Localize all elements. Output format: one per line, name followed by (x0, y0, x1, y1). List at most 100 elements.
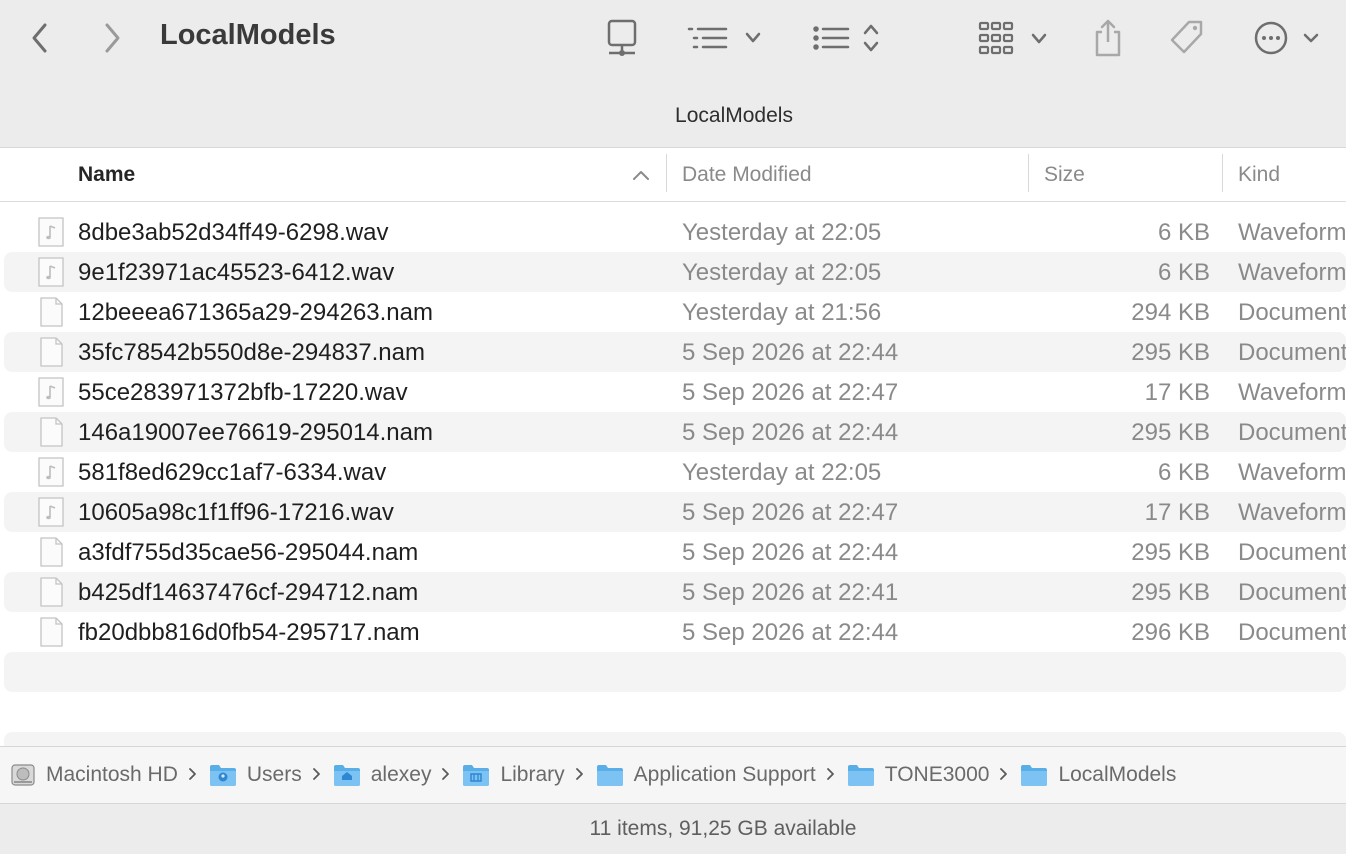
folder-icon (596, 763, 624, 787)
file-row[interactable]: 10605a98c1f1ff96-17216.wav 5 Sep 2026 at … (4, 492, 1346, 532)
breadcrumb-item[interactable]: TONE3000 (847, 763, 989, 787)
file-row[interactable]: b425df14637476cf-294712.nam 5 Sep 2026 at… (4, 572, 1346, 612)
file-row[interactable]: fb20dbb816d0fb54-295717.nam 5 Sep 2026 at… (4, 612, 1346, 652)
group-menu-button[interactable] (686, 14, 768, 62)
folder-icon (1020, 763, 1048, 787)
audio-file-icon (36, 497, 66, 534)
file-kind: Waveform (1238, 259, 1346, 286)
document-file-icon (36, 297, 66, 334)
gallery-view-icon (978, 21, 1047, 55)
more-actions-icon (1254, 21, 1319, 55)
empty-row (4, 652, 1346, 692)
file-date-modified: 5 Sep 2026 at 22:44 (682, 539, 899, 566)
breadcrumb-item[interactable]: Library (462, 763, 565, 787)
audio-file-icon (36, 257, 66, 294)
file-date-modified: 5 Sep 2026 at 22:44 (682, 619, 899, 646)
breadcrumb-separator-icon (441, 765, 450, 786)
file-size: 295 KB (1131, 339, 1210, 366)
view-list-button[interactable] (810, 14, 886, 62)
file-row[interactable]: 581f8ed629cc1af7-6334.wav Yesterday at 22… (4, 452, 1346, 492)
users-folder-icon (209, 763, 237, 787)
column-header-date[interactable]: Date Modified (682, 148, 812, 202)
window-title: LocalModels (160, 19, 336, 51)
share-button[interactable] (1088, 14, 1128, 62)
chevron-left-icon (32, 23, 47, 53)
breadcrumb-separator-icon (575, 765, 584, 786)
breadcrumb-item[interactable]: alexey (333, 763, 431, 787)
file-date-modified: 5 Sep 2026 at 22:44 (682, 339, 899, 366)
file-date-modified: 5 Sep 2026 at 22:47 (682, 499, 899, 526)
toolbar: LocalModels LocalModels (0, 0, 1346, 148)
file-kind: Document (1238, 419, 1346, 446)
file-row[interactable]: 9e1f23971ac45523-6412.wav Yesterday at 22… (4, 252, 1346, 292)
column-divider[interactable] (1028, 154, 1029, 192)
hard-drive-icon (10, 762, 36, 788)
file-row[interactable]: 35fc78542b550d8e-294837.nam 5 Sep 2026 at… (4, 332, 1346, 372)
share-icon (1095, 19, 1121, 57)
file-row[interactable]: 8dbe3ab52d34ff49-6298.wav Yesterday at 22… (4, 212, 1346, 252)
server-button[interactable] (602, 14, 642, 62)
file-name: 12beeea671365a29-294263.nam (78, 299, 433, 326)
chevron-right-icon (105, 23, 120, 53)
column-divider[interactable] (1222, 154, 1223, 192)
file-name: fb20dbb816d0fb54-295717.nam (78, 619, 420, 646)
status-text: 11 items, 91,25 GB available (589, 817, 857, 840)
breadcrumb-separator-icon (188, 765, 197, 786)
tag-icon (1170, 20, 1203, 54)
file-size: 294 KB (1131, 299, 1210, 326)
breadcrumb-separator-icon (312, 765, 321, 786)
column-header-size[interactable]: Size (1044, 148, 1085, 202)
file-row[interactable]: 146a19007ee76619-295014.nam 5 Sep 2026 at… (4, 412, 1346, 452)
file-name: a3fdf755d35cae56-295044.nam (78, 539, 419, 566)
file-date-modified: Yesterday at 22:05 (682, 259, 882, 286)
document-file-icon (36, 337, 66, 374)
file-kind: Waveform (1238, 499, 1346, 526)
sort-ascending-icon[interactable] (630, 165, 652, 185)
file-row[interactable]: 55ce283971372bfb-17220.wav 5 Sep 2026 at … (4, 372, 1346, 412)
file-size: 6 KB (1157, 259, 1210, 286)
file-kind: Waveform (1238, 379, 1346, 406)
file-kind: Document (1238, 579, 1346, 606)
view-list-icon (813, 24, 879, 52)
breadcrumb-label: LocalModels (1058, 763, 1177, 786)
breadcrumb-separator-icon (999, 765, 1008, 786)
back-button[interactable] (22, 14, 58, 62)
breadcrumb-label: Library (500, 763, 565, 786)
file-date-modified: 5 Sep 2026 at 22:44 (682, 419, 899, 446)
breadcrumb-item[interactable]: Application Support (596, 763, 816, 787)
file-date-modified: 5 Sep 2026 at 22:47 (682, 379, 899, 406)
file-row[interactable]: a3fdf755d35cae56-295044.nam 5 Sep 2026 at… (4, 532, 1346, 572)
file-date-modified: Yesterday at 21:56 (682, 299, 882, 326)
tag-button[interactable] (1164, 14, 1210, 62)
folder-icon (847, 763, 875, 787)
file-row[interactable]: 12beeea671365a29-294263.nam Yesterday at … (4, 292, 1346, 332)
file-size: 295 KB (1131, 579, 1210, 606)
file-name: b425df14637476cf-294712.nam (78, 579, 419, 606)
document-file-icon (36, 417, 66, 454)
group-menu-icon (687, 27, 761, 49)
file-kind: Waveform (1238, 459, 1346, 486)
column-header-kind[interactable]: Kind (1238, 148, 1280, 202)
file-date-modified: 5 Sep 2026 at 22:41 (682, 579, 899, 606)
breadcrumb-item[interactable]: Users (209, 763, 302, 787)
breadcrumb-item[interactable]: LocalModels (1020, 763, 1176, 787)
breadcrumb-label: Users (246, 763, 302, 786)
document-file-icon (36, 577, 66, 614)
column-header-name[interactable]: Name (78, 148, 135, 202)
server-icon (607, 19, 637, 56)
status-bar: 11 items, 91,25 GB available (0, 803, 1346, 854)
gallery-view-button[interactable] (976, 14, 1052, 62)
file-kind: Document (1238, 339, 1346, 366)
file-name: 55ce283971372bfb-17220.wav (78, 379, 408, 406)
forward-button[interactable] (94, 14, 130, 62)
file-size: 17 KB (1144, 379, 1210, 406)
file-name: 581f8ed629cc1af7-6334.wav (78, 459, 387, 486)
more-actions-button[interactable] (1252, 14, 1328, 62)
file-kind: Waveform (1238, 219, 1346, 246)
breadcrumb-item[interactable]: Macintosh HD (10, 762, 178, 788)
breadcrumb-label: Macintosh HD (46, 763, 178, 786)
file-name: 146a19007ee76619-295014.nam (78, 419, 433, 446)
file-size: 6 KB (1157, 219, 1210, 246)
document-file-icon (36, 537, 66, 574)
column-divider[interactable] (666, 154, 667, 192)
